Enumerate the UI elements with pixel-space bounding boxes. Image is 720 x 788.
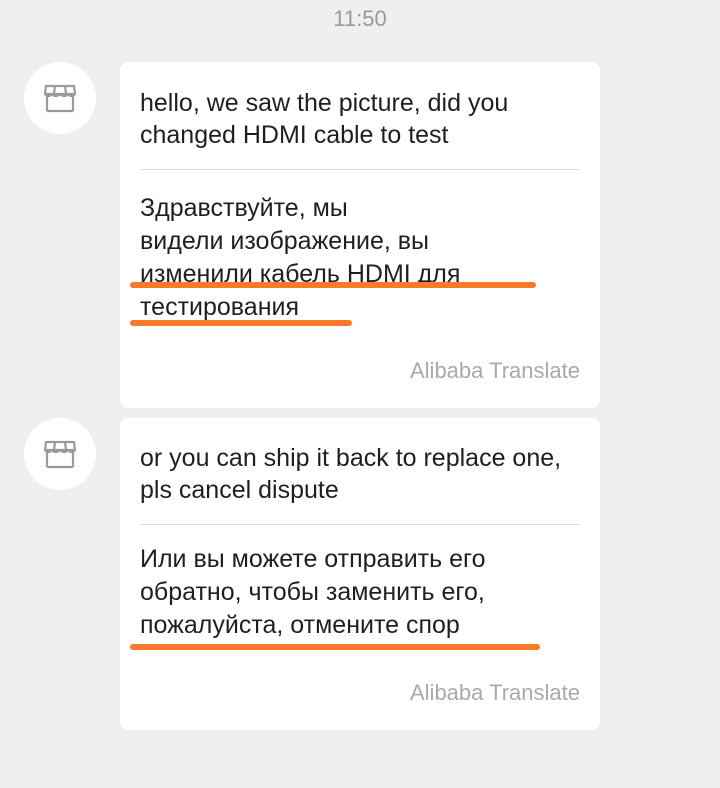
store-icon — [43, 84, 77, 113]
seller-avatar[interactable] — [24, 62, 96, 134]
original-message-text: hello, we saw the picture, did you chang… — [140, 89, 509, 149]
translated-line: Или вы можете отправить его — [140, 545, 486, 573]
translated-line: Здравствуйте, мы — [140, 194, 348, 222]
original-message-text: or you can ship it back to replace one, … — [140, 444, 562, 504]
translated-line: пожалуйста, отмените спор — [140, 611, 460, 639]
store-icon — [43, 440, 77, 469]
translated-line: видели изображение, вы — [140, 227, 430, 255]
annotation-underline — [130, 320, 352, 326]
translation-attribution: Alibaba Translate — [410, 680, 580, 705]
annotation-underline — [130, 282, 536, 288]
message-bubble[interactable]: or you can ship it back to replace one, … — [120, 418, 600, 730]
message-timestamp: 11:50 — [333, 6, 387, 31]
message-bubble[interactable]: hello, we saw the picture, did you chang… — [120, 62, 600, 408]
annotation-underline — [130, 644, 540, 650]
translation-divider — [140, 524, 580, 525]
translation-divider — [140, 169, 580, 170]
translation-attribution: Alibaba Translate — [410, 358, 580, 383]
seller-avatar[interactable] — [24, 418, 96, 490]
translated-message-text: Здравствуйте, мы видели изображение, вы … — [140, 192, 580, 324]
translated-line: обратно, чтобы заменить его, — [140, 578, 485, 606]
translated-message-text: Или вы можете отправить его обратно, что… — [140, 543, 580, 642]
